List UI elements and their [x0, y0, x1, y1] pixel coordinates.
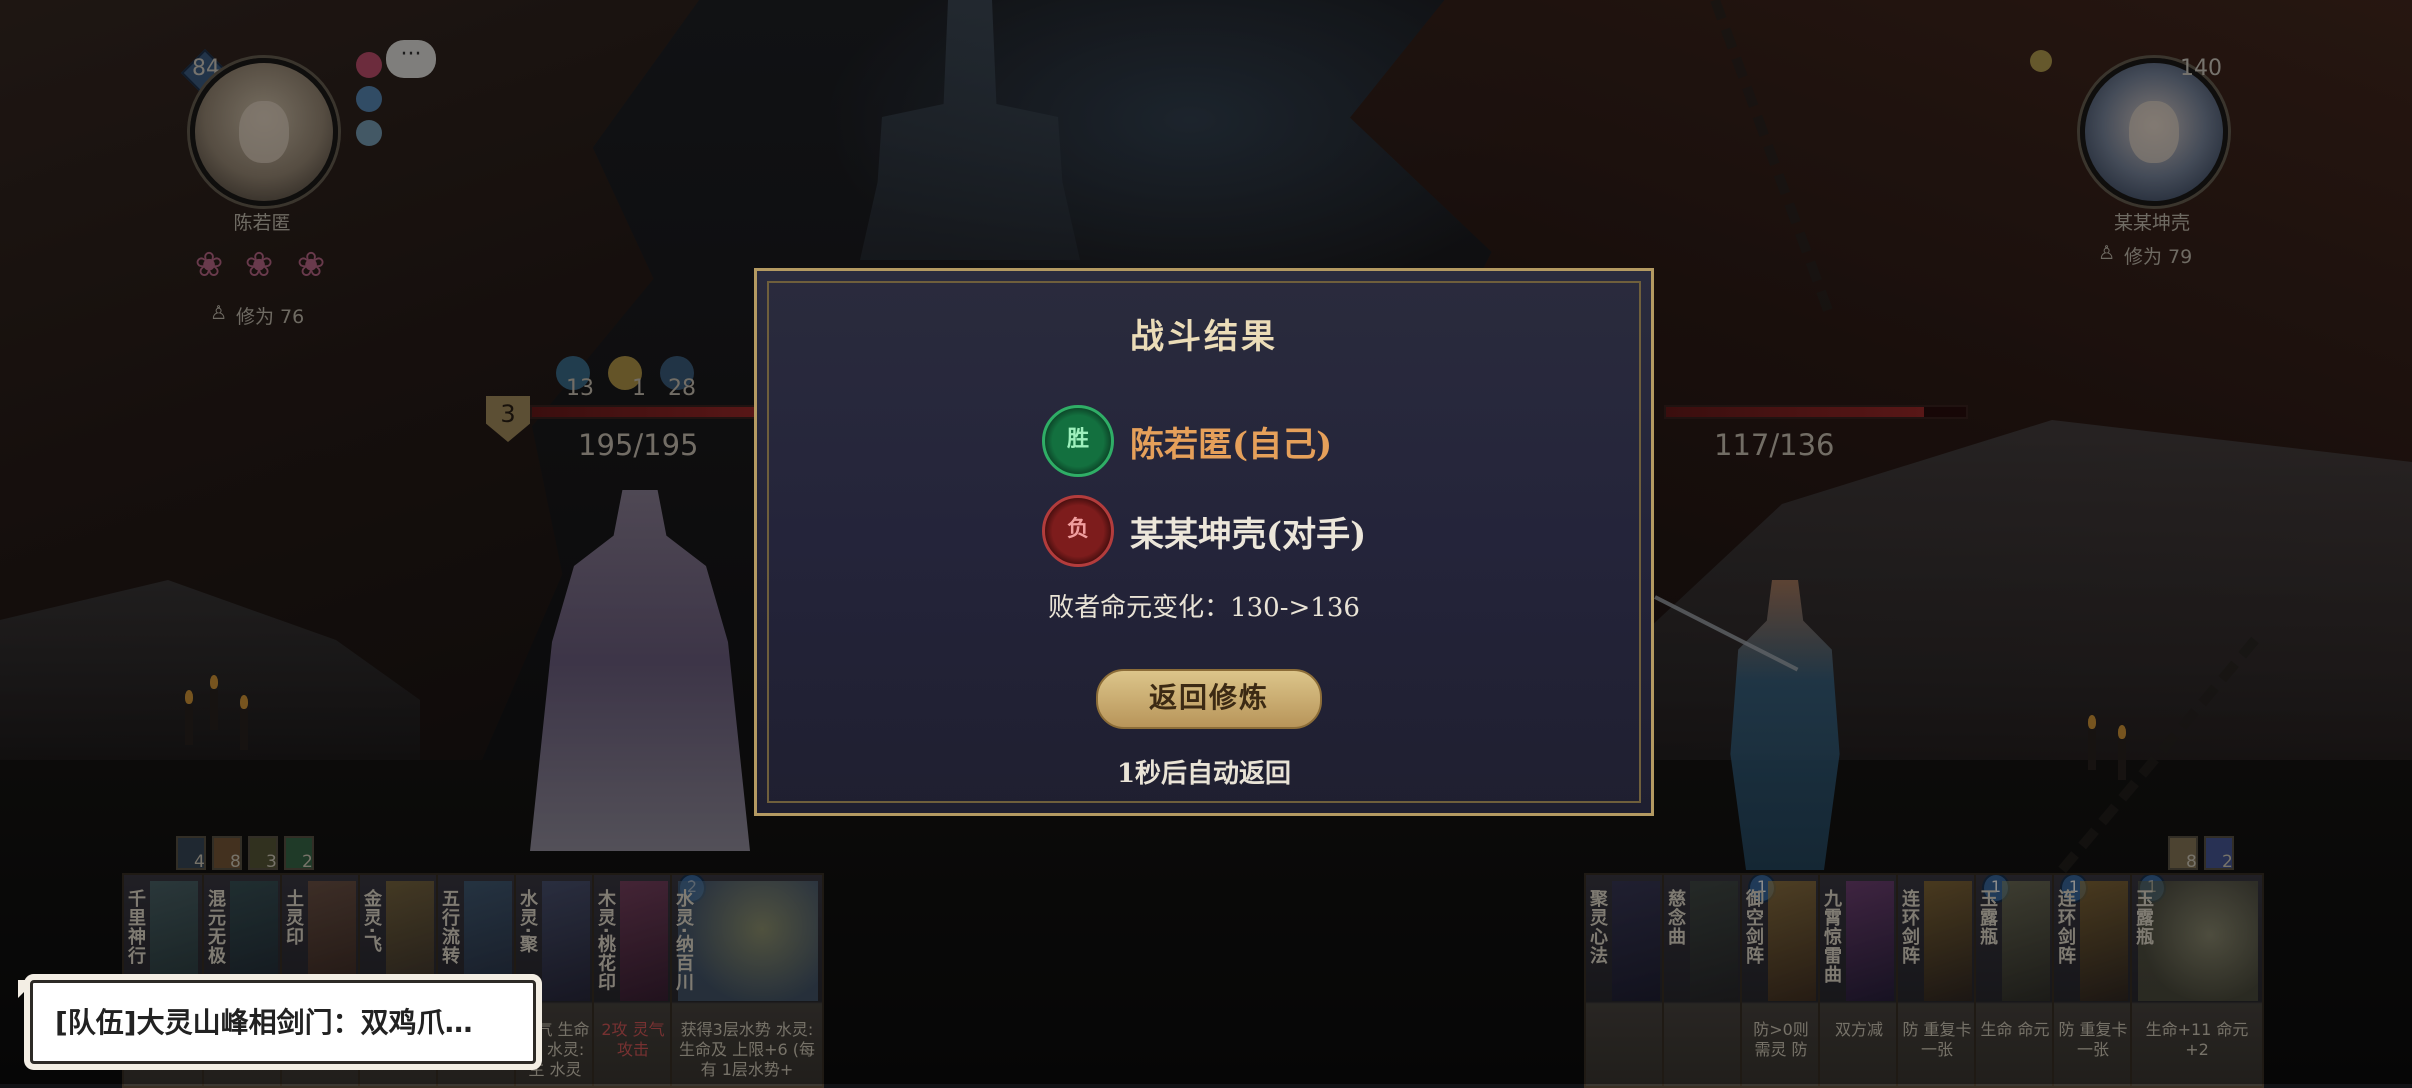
- victory-badge-icon: 胜: [1042, 405, 1114, 477]
- defeat-badge-icon: 负: [1042, 495, 1114, 567]
- loser-name: 某某坤壳(对手): [1130, 515, 1367, 555]
- auto-return-countdown: 1秒后自动返回: [1116, 759, 1292, 789]
- team-chat-message[interactable]: [队伍]大灵山峰相剑门：双鸡爪…: [30, 980, 536, 1064]
- battle-result-dialog: 战斗结果 胜 陈若匿(自己) 负 某某坤壳(对手) 败者命元变化：130->13…: [754, 268, 1654, 816]
- return-to-cultivation-button[interactable]: 返回修炼: [1096, 669, 1322, 729]
- team-chat-text: [队伍]大灵山峰相剑门：双鸡爪…: [55, 1006, 473, 1039]
- dialog-title: 战斗结果: [1130, 317, 1278, 357]
- life-change-text: 败者命元变化：130->136: [1048, 593, 1360, 623]
- winner-name: 陈若匿(自己): [1130, 425, 1333, 465]
